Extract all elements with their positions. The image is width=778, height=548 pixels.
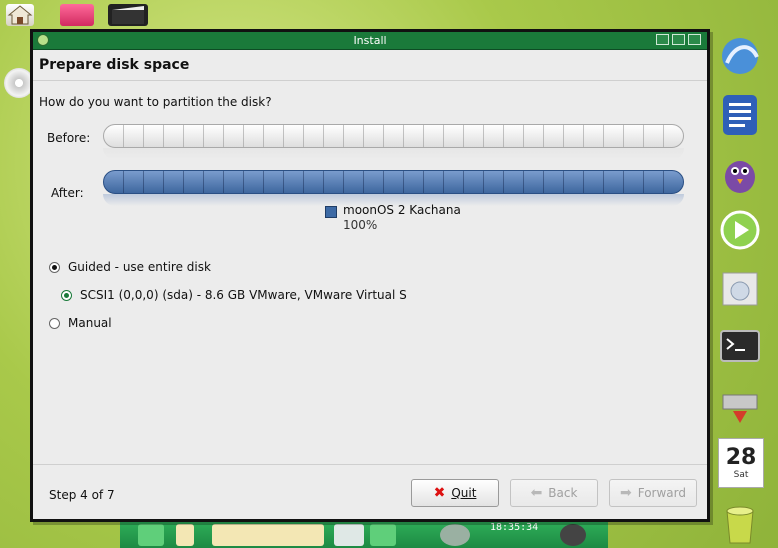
maximize-button[interactable] — [672, 34, 685, 45]
manual-radio[interactable] — [49, 317, 60, 329]
titlebar[interactable]: Install — [33, 32, 707, 50]
calendar-weekday: Sat — [733, 470, 749, 480]
guided-radio[interactable] — [49, 261, 60, 273]
eraser-icon[interactable] — [60, 4, 94, 26]
forward-arrow-icon: ➡ — [620, 485, 632, 501]
step-indicator: Step 4 of 7 — [49, 488, 115, 502]
web-browser-icon[interactable] — [714, 30, 766, 82]
taskbar-window-install[interactable] — [212, 524, 324, 546]
window-title: Install — [353, 34, 387, 47]
page-title: Prepare disk space — [39, 57, 190, 73]
guided-label: Guided - use entire disk — [68, 260, 211, 274]
manual-option[interactable]: Manual — [49, 316, 112, 330]
taskbar-moon-icon[interactable] — [370, 524, 396, 546]
install-window: Install Prepare disk space How do you wa… — [30, 29, 710, 522]
minimize-button[interactable] — [656, 34, 669, 45]
right-dock: 28 Sat — [708, 28, 778, 548]
archive-icon[interactable] — [714, 378, 766, 430]
disk-label: SCSI1 (0,0,0) (sda) - 8.6 GB VMware, VMw… — [80, 288, 407, 302]
speaker-icon[interactable] — [560, 524, 586, 546]
legend-partition-percent: 100% — [343, 218, 378, 232]
pidgin-icon[interactable] — [714, 146, 766, 198]
gauge-icon — [440, 524, 470, 546]
document-icon[interactable] — [714, 88, 766, 140]
manual-label: Manual — [68, 316, 112, 330]
clapper-icon[interactable] — [108, 4, 148, 26]
software-box-icon[interactable] — [714, 262, 766, 314]
after-label: After: — [51, 186, 84, 200]
calendar-day: 28 — [725, 445, 757, 470]
before-partition-bar — [103, 124, 684, 148]
taskbar-system-icon[interactable] — [334, 524, 364, 546]
disk-option[interactable]: SCSI1 (0,0,0) (sda) - 8.6 GB VMware, VMw… — [61, 288, 407, 302]
taskbar-file-icon[interactable] — [176, 524, 194, 546]
partition-question: How do you want to partition the disk? — [39, 95, 272, 109]
wizard-footer: Step 4 of 7 ✖ Quit ⬅ Back ➡ Forward — [33, 464, 707, 519]
moon-app-icon[interactable] — [37, 34, 49, 46]
back-arrow-icon: ⬅ — [530, 485, 543, 501]
before-label: Before: — [47, 131, 91, 145]
back-button[interactable]: ⬅ Back — [510, 479, 598, 507]
close-button[interactable] — [688, 34, 701, 45]
guided-option[interactable]: Guided - use entire disk — [49, 260, 211, 274]
back-label: Back — [548, 486, 578, 500]
quit-label: Quit — [451, 486, 477, 500]
forward-button[interactable]: ➡ Forward — [609, 479, 697, 507]
media-player-icon[interactable] — [714, 204, 766, 256]
forward-label: Forward — [637, 486, 686, 500]
legend-swatch — [325, 206, 337, 218]
disk-radio[interactable] — [61, 289, 72, 301]
calendar-icon[interactable]: 28 Sat — [718, 438, 764, 488]
terminal-icon[interactable] — [714, 320, 766, 372]
after-partition-bar — [103, 170, 684, 194]
quit-button[interactable]: ✖ Quit — [411, 479, 499, 507]
taskbar-app-icon[interactable] — [138, 524, 164, 546]
before-bar-reflection — [103, 148, 684, 160]
quit-icon: ✖ — [433, 485, 446, 501]
trash-icon[interactable] — [714, 496, 766, 548]
page-header: Prepare disk space — [33, 50, 707, 81]
legend-partition-name: moonOS 2 Kachana — [343, 203, 461, 217]
